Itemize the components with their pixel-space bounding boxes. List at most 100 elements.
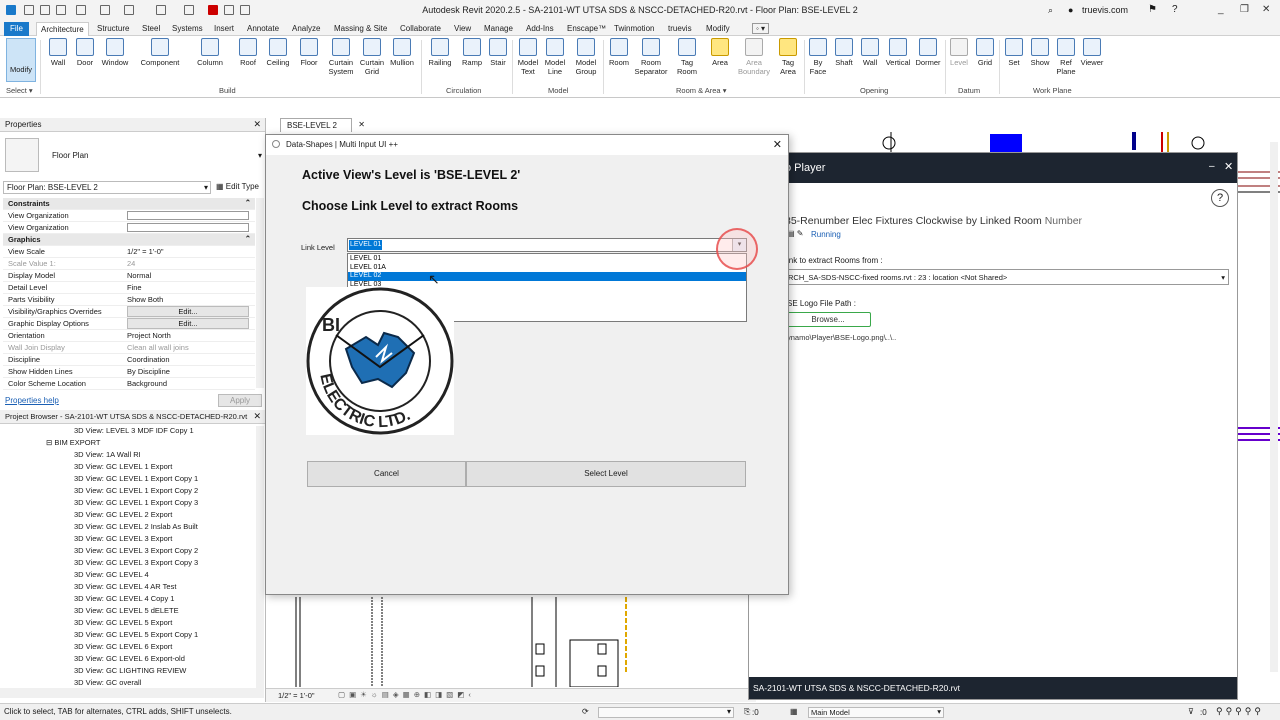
selection-toggle-icons[interactable]: ⚲⚲⚲⚲⚲ xyxy=(1216,706,1264,717)
room-area-panel-label[interactable]: Room & Area ▾ xyxy=(676,86,726,95)
design-options-icon[interactable]: ▦ xyxy=(790,707,798,716)
window-button[interactable]: Window xyxy=(98,38,132,67)
close-button[interactable]: ✕ xyxy=(1224,160,1233,173)
tab-annotate[interactable]: Annotate xyxy=(247,24,279,33)
canvas-scrollbar[interactable] xyxy=(1270,142,1278,672)
collapse-icon[interactable]: ⌃ xyxy=(245,234,251,243)
edit-button[interactable]: Edit... xyxy=(127,318,249,329)
room-button[interactable]: Room xyxy=(606,38,632,67)
tab-truevis[interactable]: truevis xyxy=(668,24,692,33)
property-value[interactable] xyxy=(127,211,249,220)
dormer-button[interactable]: Dormer xyxy=(913,38,943,67)
minimize-button[interactable]: – xyxy=(1209,161,1215,172)
help-icon[interactable]: ? xyxy=(1172,4,1178,15)
property-value[interactable] xyxy=(127,223,249,232)
property-group[interactable]: Constraints ⌃ xyxy=(3,198,255,210)
vertical-button[interactable]: Vertical xyxy=(883,38,913,67)
wall-opening-button[interactable]: Wall xyxy=(858,38,882,67)
shaft-button[interactable]: Shaft xyxy=(831,38,857,67)
edit-button[interactable]: Edit... xyxy=(127,306,249,317)
by-face-button[interactable]: By Face xyxy=(806,38,830,76)
user-icon[interactable]: ● xyxy=(1068,5,1073,15)
file-tab[interactable]: File xyxy=(4,22,29,36)
roof-button[interactable]: Roof xyxy=(236,38,260,67)
tab-massing-site[interactable]: Massing & Site xyxy=(334,24,387,33)
close-icon[interactable]: ✕ xyxy=(253,119,261,130)
floor-button[interactable]: Floor xyxy=(296,38,322,67)
select-level-button[interactable]: Select Level xyxy=(466,461,746,487)
view-control-icons[interactable]: ▢▣☀☼▤◈▦⊕◧◨▧◩‹ xyxy=(338,690,475,699)
property-value[interactable]: Fine xyxy=(127,283,249,292)
browser-view-item[interactable]: 3D View: GC LEVEL 3 Export xyxy=(74,534,172,543)
close-button[interactable]: ✕ xyxy=(1262,4,1270,15)
cart-icon[interactable]: ⚑ xyxy=(1148,4,1157,15)
browser-view-item[interactable]: 3D View: GC LEVEL 4 Copy 1 xyxy=(74,594,174,603)
curtain-grid-button[interactable]: Curtain Grid xyxy=(358,38,386,76)
tab-add-ins[interactable]: Add-Ins xyxy=(526,24,554,33)
browse-button[interactable]: Browse... xyxy=(785,312,871,327)
property-value[interactable]: 1/2" = 1'-0" xyxy=(127,247,249,256)
edit-type-button[interactable]: ▦ Edit Type xyxy=(216,182,259,191)
tag-area-button[interactable]: Tag Area xyxy=(775,38,801,76)
property-value[interactable]: 24 xyxy=(127,259,249,268)
tab-view[interactable]: View xyxy=(454,24,471,33)
railing-button[interactable]: Railing xyxy=(425,38,455,67)
view-instance-selector[interactable]: Floor Plan: BSE-LEVEL 2 ▾ xyxy=(3,181,211,194)
show-button[interactable]: Show xyxy=(1028,38,1052,67)
property-value[interactable]: Background xyxy=(127,379,249,388)
door-button[interactable]: Door xyxy=(73,38,97,67)
model-text-button[interactable]: Model Text xyxy=(514,38,542,76)
property-value[interactable]: Show Both xyxy=(127,295,249,304)
area-button[interactable]: Area xyxy=(707,38,733,67)
tab-architecture[interactable]: Architecture xyxy=(36,22,89,37)
level-option[interactable]: LEVEL 01A xyxy=(348,264,746,273)
ribbon-options-icon[interactable]: ◦ ▾ xyxy=(752,23,770,34)
browser-view-item[interactable]: 3D View: GC LEVEL 1 Export Copy 1 xyxy=(74,474,198,483)
wall-button[interactable]: Wall xyxy=(46,38,70,67)
browser-view-item[interactable]: 3D View: GC LEVEL 4 xyxy=(74,570,149,579)
browser-view-item[interactable]: 3D View: GC LEVEL 6 Export xyxy=(74,642,172,651)
tab-enscape[interactable]: Enscape™ xyxy=(567,24,606,33)
column-button[interactable]: Column xyxy=(194,38,226,67)
modify-button[interactable]: Modify xyxy=(6,38,36,82)
level-option[interactable]: LEVEL 02 xyxy=(348,272,746,281)
editing-requests-icon[interactable]: ⎘ xyxy=(744,707,750,717)
close-icon[interactable]: ✕ xyxy=(253,411,261,422)
minimize-button[interactable]: _ xyxy=(1218,4,1224,15)
browser-view-item[interactable]: 3D View: GC LEVEL 1 Export Copy 2 xyxy=(74,486,198,495)
view-scale[interactable]: 1/2" = 1'-0" xyxy=(278,691,315,700)
tab-systems[interactable]: Systems xyxy=(172,24,203,33)
model-line-button[interactable]: Model Line xyxy=(541,38,569,76)
set-button[interactable]: Set xyxy=(1002,38,1026,67)
browser-view-item[interactable]: 3D View: LEVEL 3 MDF IDF Copy 1 xyxy=(74,426,194,435)
mullion-button[interactable]: Mullion xyxy=(387,38,417,67)
cancel-button[interactable]: Cancel xyxy=(307,461,466,487)
curtain-system-button[interactable]: Curtain System xyxy=(324,38,358,76)
property-group[interactable]: Graphics ⌃ xyxy=(3,234,255,246)
property-value[interactable]: Normal xyxy=(127,271,249,280)
grid-button[interactable]: Grid xyxy=(973,38,997,67)
model-group-button[interactable]: Model Group xyxy=(572,38,600,76)
tag-room-button[interactable]: Tag Room xyxy=(674,38,700,76)
browser-view-item[interactable]: 3D View: GC LIGHTING REVIEW xyxy=(74,666,186,675)
tab-insert[interactable]: Insert xyxy=(214,24,234,33)
browser-view-item[interactable]: 3D View: GC overall xyxy=(74,678,141,687)
browser-hscrollbar[interactable] xyxy=(0,688,264,698)
browser-group[interactable]: ⊟ BIM EXPORT xyxy=(46,438,101,447)
properties-help-link[interactable]: Properties help xyxy=(5,396,59,405)
browser-view-item[interactable]: 3D View: GC LEVEL 4 AR Test xyxy=(74,582,176,591)
select-panel-label[interactable]: Select ▾ xyxy=(6,86,33,95)
browser-view-item[interactable]: 3D View: GC LEVEL 3 Export Copy 2 xyxy=(74,546,198,555)
browser-view-item[interactable]: 3D View: GC LEVEL 6 Export-old xyxy=(74,654,185,663)
room-separator-button[interactable]: Room Separator xyxy=(632,38,670,76)
level-button[interactable]: Level xyxy=(947,38,971,67)
link-level-combobox[interactable]: LEVEL 01 ▾ xyxy=(347,238,747,252)
worksets-icon[interactable]: ⟳ xyxy=(582,707,589,716)
filter-icon[interactable]: ⊽ xyxy=(1188,707,1194,716)
tab-collaborate[interactable]: Collaborate xyxy=(400,24,441,33)
property-value[interactable]: Clean all wall joins xyxy=(127,343,249,352)
user-name[interactable]: truevis.com xyxy=(1082,5,1128,15)
property-value[interactable]: Coordination xyxy=(127,355,249,364)
close-icon[interactable]: ✕ xyxy=(358,120,365,129)
browser-view-item[interactable]: 3D View: GC LEVEL 3 Export Copy 3 xyxy=(74,558,198,567)
